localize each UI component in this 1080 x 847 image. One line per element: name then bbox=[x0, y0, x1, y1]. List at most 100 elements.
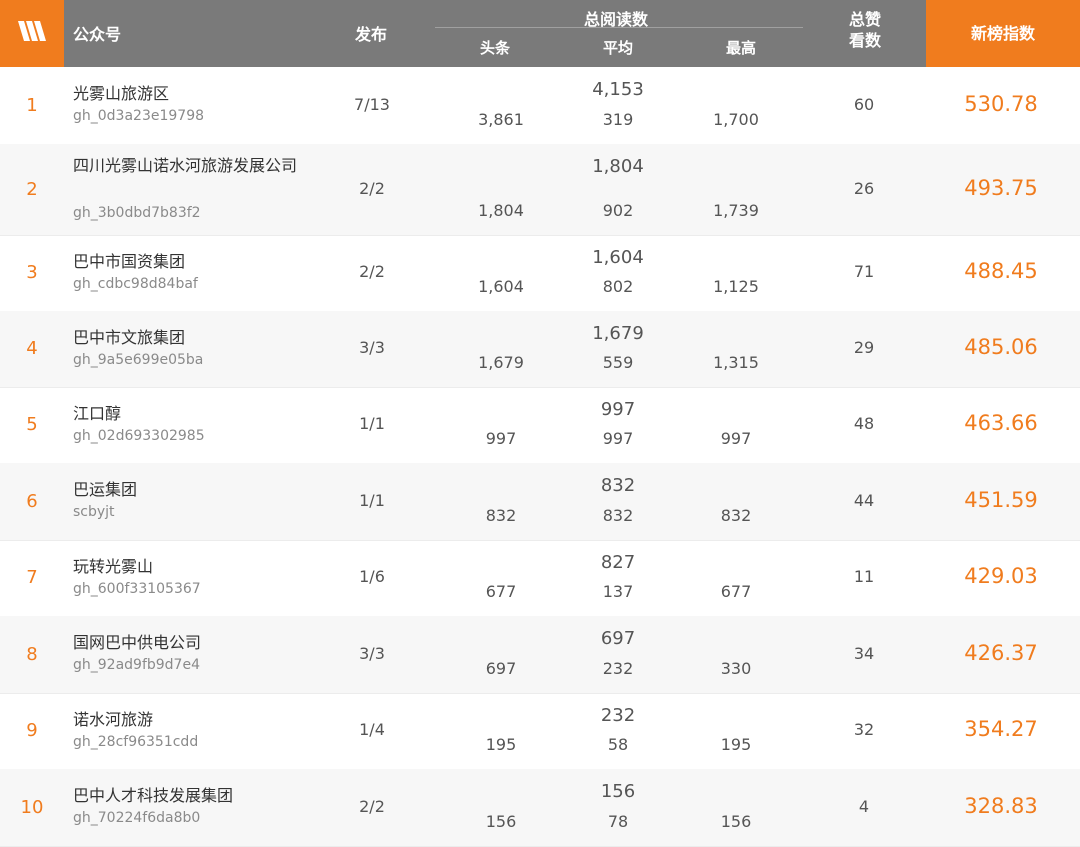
account-name[interactable]: 巴中人才科技发展集团 bbox=[73, 784, 313, 807]
rank-number: 1 bbox=[26, 94, 38, 116]
likes-count: 34 bbox=[853, 643, 875, 663]
average-reads: 58 bbox=[607, 735, 629, 754]
ranking-board: 公众号 发布 总阅读数 头条 平均 最高 总赞 看数 新榜指数 1 光雾山旅游区 g… bbox=[0, 0, 1080, 847]
header-account: 公众号 bbox=[73, 25, 122, 44]
max-reads: 330 bbox=[720, 659, 752, 678]
headline-reads: 677 bbox=[485, 582, 517, 601]
account-name[interactable]: 巴中市国资集团 bbox=[73, 250, 313, 273]
table-row[interactable]: 7 玩转光雾山 gh_600f33105367 1/6 827 677 137 677 11 42… bbox=[0, 540, 1080, 617]
total-reads: 997 bbox=[600, 399, 636, 420]
table-row[interactable]: 4 巴中市文旅集团 gh_9a5e699e05ba 3/3 1,679 1,679 559 1… bbox=[0, 311, 1080, 388]
header-average: 平均 bbox=[602, 39, 633, 57]
account-id: gh_28cf96351cdd bbox=[73, 734, 199, 750]
publish-count: 2/2 bbox=[359, 796, 385, 816]
header-likes-line2: 看数 bbox=[848, 31, 881, 50]
header-index: 新榜指数 bbox=[926, 0, 1080, 67]
likes-count: 11 bbox=[853, 567, 875, 586]
header-publish: 发布 bbox=[355, 25, 388, 44]
max-reads: 1,739 bbox=[713, 201, 759, 220]
likes-count: 71 bbox=[853, 262, 875, 281]
rank-number: 10 bbox=[20, 796, 44, 818]
likes-count: 48 bbox=[853, 414, 875, 433]
max-reads: 1,315 bbox=[713, 353, 759, 372]
header-headline: 头条 bbox=[479, 39, 510, 57]
total-reads: 1,679 bbox=[592, 323, 644, 344]
ranking-index: 328.83 bbox=[964, 793, 1038, 818]
rank-number: 4 bbox=[26, 338, 38, 359]
max-reads: 997 bbox=[720, 429, 752, 448]
headline-reads: 997 bbox=[485, 429, 517, 448]
ranking-index: 429.03 bbox=[964, 564, 1038, 588]
rank-number: 8 bbox=[26, 643, 38, 665]
total-reads: 156 bbox=[600, 781, 636, 802]
account-name[interactable]: 巴运集团 bbox=[73, 478, 313, 501]
account-id: gh_3b0dbd7b83f2 bbox=[73, 205, 201, 221]
average-reads: 232 bbox=[602, 659, 634, 678]
table-header: 公众号 发布 总阅读数 头条 平均 最高 总赞 看数 新榜指数 bbox=[0, 0, 1080, 67]
account-id: gh_cdbc98d84baf bbox=[73, 276, 198, 292]
account-name[interactable]: 四川光雾山诺水河旅游发展公司 bbox=[73, 154, 313, 177]
total-reads: 4,153 bbox=[592, 79, 644, 100]
header-divider bbox=[435, 27, 803, 28]
table-row[interactable]: 10 巴中人才科技发展集团 gh_70224f6da8b0 2/2 156 156 78 15… bbox=[0, 769, 1080, 847]
publish-count: 3/3 bbox=[359, 338, 385, 357]
table-row[interactable]: 1 光雾山旅游区 gh_0d3a23e19798 7/13 4,153 3,861 319 1… bbox=[0, 67, 1080, 145]
average-reads: 319 bbox=[602, 110, 634, 129]
likes-count: 26 bbox=[853, 178, 875, 198]
table-row[interactable]: 8 国网巴中供电公司 gh_92ad9fb9d7e4 3/3 697 697 232 330 3… bbox=[0, 616, 1080, 694]
account-name[interactable]: 江口醇 bbox=[73, 402, 313, 425]
headline-reads: 1,804 bbox=[478, 201, 524, 220]
ranking-index: 426.37 bbox=[964, 640, 1038, 665]
account-name[interactable]: 玩转光雾山 bbox=[73, 555, 313, 578]
account-name[interactable]: 巴中市文旅集团 bbox=[73, 326, 313, 349]
total-reads: 827 bbox=[600, 552, 636, 573]
table-row[interactable]: 5 江口醇 gh_02d693302985 1/1 997 997 997 997 48 463.… bbox=[0, 387, 1080, 464]
publish-count: 7/13 bbox=[354, 94, 390, 114]
ranking-index: 530.78 bbox=[964, 91, 1038, 116]
publish-count: 2/2 bbox=[359, 178, 385, 198]
headline-reads: 3,861 bbox=[478, 110, 524, 129]
max-reads: 1,125 bbox=[713, 277, 759, 296]
table-row[interactable]: 6 巴运集团 scbyjt 1/1 832 832 832 832 44 451.59 bbox=[0, 463, 1080, 541]
max-reads: 677 bbox=[720, 582, 752, 601]
header-likes: 总赞 看数 bbox=[847, 9, 883, 51]
ranking-index: 493.75 bbox=[964, 175, 1038, 200]
total-reads: 832 bbox=[600, 475, 636, 496]
headline-reads: 832 bbox=[485, 506, 517, 525]
publish-count: 1/1 bbox=[359, 414, 385, 433]
rank-number: 7 bbox=[26, 567, 38, 588]
average-reads: 559 bbox=[602, 353, 634, 372]
headline-reads: 1,604 bbox=[478, 277, 524, 296]
total-reads: 697 bbox=[600, 628, 636, 649]
table-row[interactable]: 2 四川光雾山诺水河旅游发展公司 gh_3b0dbd7b83f2 2/2 1,804 1,… bbox=[0, 144, 1080, 236]
average-reads: 78 bbox=[607, 812, 629, 831]
account-name[interactable]: 诺水河旅游 bbox=[73, 708, 313, 731]
ranking-index: 354.27 bbox=[964, 717, 1038, 741]
account-id: gh_0d3a23e19798 bbox=[73, 108, 205, 124]
header-max: 最高 bbox=[725, 39, 756, 57]
likes-count: 29 bbox=[853, 338, 875, 357]
headline-reads: 195 bbox=[485, 735, 517, 754]
publish-count: 1/6 bbox=[359, 567, 385, 586]
rank-number: 2 bbox=[26, 178, 38, 200]
headline-reads: 1,679 bbox=[478, 353, 524, 372]
average-reads: 832 bbox=[602, 506, 634, 525]
headline-reads: 697 bbox=[485, 659, 517, 678]
account-name[interactable]: 国网巴中供电公司 bbox=[73, 631, 313, 654]
likes-count: 44 bbox=[853, 490, 875, 510]
rank-number: 3 bbox=[26, 262, 38, 283]
rank-number: 9 bbox=[26, 720, 38, 741]
table-row[interactable]: 3 巴中市国资集团 gh_cdbc98d84baf 2/2 1,604 1,604 802 1… bbox=[0, 235, 1080, 312]
likes-count: 60 bbox=[853, 94, 875, 114]
rank-number: 5 bbox=[26, 414, 38, 435]
total-reads: 1,804 bbox=[592, 156, 644, 177]
logo-icon bbox=[0, 0, 64, 67]
table-row[interactable]: 9 诺水河旅游 gh_28cf96351cdd 1/4 232 195 58 195 32 354… bbox=[0, 693, 1080, 770]
publish-count: 3/3 bbox=[359, 643, 385, 663]
average-reads: 137 bbox=[602, 582, 634, 601]
total-reads: 232 bbox=[600, 705, 636, 726]
account-name[interactable]: 光雾山旅游区 bbox=[73, 82, 313, 105]
max-reads: 832 bbox=[720, 506, 752, 525]
ranking-index: 485.06 bbox=[964, 335, 1038, 359]
account-id: scbyjt bbox=[73, 504, 115, 520]
